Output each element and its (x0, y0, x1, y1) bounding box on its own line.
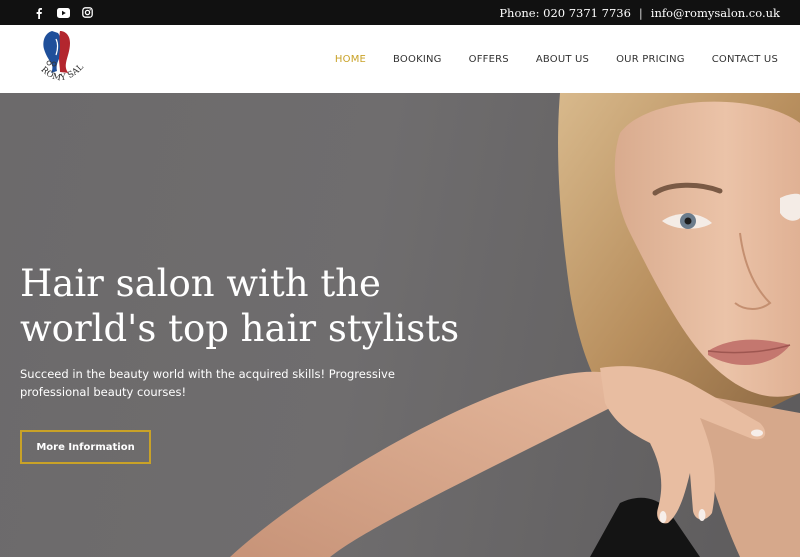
youtube-icon[interactable] (56, 6, 70, 20)
top-bar: Phone: 020 7371 7736 | info@romysalon.co… (0, 0, 800, 25)
nav-offers[interactable]: OFFERS (469, 54, 509, 65)
main-nav: HOME BOOKING OFFERS ABOUT US OUR PRICING… (335, 54, 778, 65)
social-links (32, 6, 94, 20)
nav-about-us[interactable]: ABOUT US (536, 54, 589, 65)
contact-info: Phone: 020 7371 7736 | info@romysalon.co… (499, 6, 780, 20)
email-link[interactable]: info@romysalon.co.uk (651, 6, 780, 20)
nav-booking[interactable]: BOOKING (393, 54, 442, 65)
nav-contact-us[interactable]: CONTACT US (712, 54, 778, 65)
phone-number[interactable]: Phone: 020 7371 7736 (499, 6, 631, 20)
hero-title-line1: Hair salon with the (20, 262, 381, 305)
logo[interactable]: ROMY SALON (26, 20, 90, 91)
more-information-button[interactable]: More Information (20, 430, 151, 464)
nav-our-pricing[interactable]: OUR PRICING (616, 54, 685, 65)
instagram-icon[interactable] (80, 6, 94, 20)
nav-home[interactable]: HOME (335, 54, 366, 65)
facebook-icon[interactable] (32, 6, 46, 20)
hero-title-line2: world's top hair stylists (20, 307, 460, 350)
hero-title: Hair salon with the world's top hair sty… (20, 261, 480, 351)
separator: | (638, 5, 643, 20)
site-header: ROMY SALON HOME BOOKING OFFERS ABOUT US … (0, 20, 800, 93)
hero-section: Hair salon with the world's top hair sty… (0, 93, 800, 557)
hero-subtitle: Succeed in the beauty world with the acq… (20, 367, 395, 399)
